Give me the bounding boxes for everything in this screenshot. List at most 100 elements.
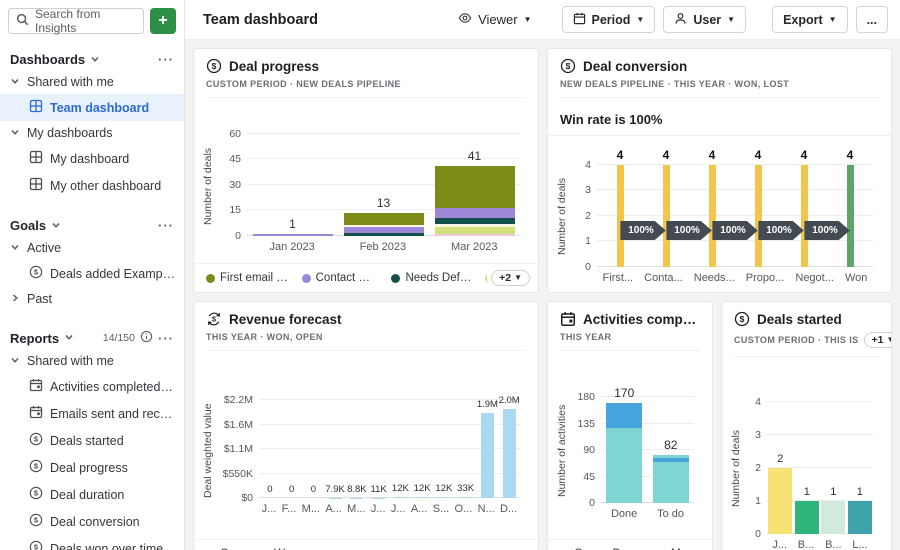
bar-b[interactable]: 1: [795, 402, 819, 534]
deal-icon: $: [29, 265, 43, 282]
bar-b[interactable]: 1: [821, 402, 845, 534]
add-button[interactable]: +: [150, 8, 176, 34]
bar-d[interactable]: 2.0M: [503, 400, 516, 498]
sidebar-item-deals-added-example-t[interactable]: $Deals added Example t...: [0, 260, 184, 287]
bar-needs[interactable]: 4: [709, 165, 716, 267]
bar-segment: [416, 497, 429, 498]
bar-segment: [606, 428, 642, 503]
y-tick-label: $1.6M: [224, 419, 253, 431]
sidebar-item-deal-progress[interactable]: $Deal progress: [0, 454, 184, 481]
x-tick-label: F...: [282, 503, 297, 515]
deal-icon: $: [29, 432, 43, 449]
deal-icon: $: [734, 311, 750, 327]
bar-first[interactable]: 4: [617, 165, 624, 267]
bar-a[interactable]: 7.9K: [329, 400, 342, 498]
sidebar-item-deal-duration[interactable]: $Deal duration: [0, 481, 184, 508]
sidebar-group-shared-with-me[interactable]: Shared with me: [0, 349, 184, 373]
bar-j[interactable]: 12K: [394, 400, 407, 498]
bar-segment: [435, 227, 515, 234]
chart-activities: Number of activities0459013518017082Done…: [548, 358, 712, 539]
bar-segment: [503, 409, 516, 498]
sidebar-group-active[interactable]: Active: [0, 236, 184, 260]
bar-o[interactable]: 33K: [459, 400, 472, 498]
export-button[interactable]: Export ▼: [772, 6, 848, 33]
bar-j[interactable]: 11K: [372, 400, 385, 498]
bar-done[interactable]: 170: [606, 397, 642, 503]
y-tick-label: 0: [755, 528, 761, 540]
sidebar-item-my-other-dashboard[interactable]: My other dashboard: [0, 172, 184, 199]
sidebar-item-deals-won-over-time[interactable]: $Deals won over time: [0, 535, 184, 550]
sidebar-item-team-dashboard[interactable]: Team dashboard: [0, 94, 184, 121]
viewer-dropdown[interactable]: Viewer ▼: [458, 11, 531, 28]
bar-s[interactable]: 12K: [437, 400, 450, 498]
bar-segment: [253, 234, 333, 236]
chart-deal-conversion: Number of deals01234444444100%100%100%10…: [548, 136, 891, 292]
sidebar-group-shared-with-me[interactable]: Shared with me: [0, 70, 184, 94]
bar-value-label: 0: [289, 484, 294, 495]
user-button[interactable]: User ▼: [663, 6, 746, 33]
chevron-down-icon: [10, 354, 20, 368]
bar-segment: [344, 213, 424, 225]
search-input[interactable]: Search from Insights: [8, 8, 144, 34]
bar-conta[interactable]: 4: [663, 165, 670, 267]
card-deal-progress: $ Deal progress CUSTOM PERIOD · NEW DEAL…: [193, 48, 539, 293]
period-label: Period: [592, 13, 631, 27]
bar-a[interactable]: 12K: [416, 400, 429, 498]
section-menu-button[interactable]: ···: [158, 331, 174, 346]
page-title: Team dashboard: [203, 12, 318, 28]
bar-segment: [435, 166, 515, 209]
card-subtitle: CUSTOM PERIOD · THIS IS +1▼: [734, 332, 879, 357]
bar-propo[interactable]: 4: [755, 165, 762, 267]
bar-n[interactable]: 1.9M: [481, 400, 494, 498]
bar-value-label: 4: [755, 148, 762, 162]
bar-m[interactable]: 0: [307, 400, 320, 498]
svg-text:$: $: [34, 489, 39, 498]
section-header-reports[interactable]: Reports 14/150 ···: [0, 327, 184, 349]
sidebar-item-my-dashboard[interactable]: My dashboard: [0, 145, 184, 172]
bar-jan-2023[interactable]: 1: [253, 134, 333, 236]
calendar-icon: [29, 378, 43, 395]
x-tick-label: A...: [325, 503, 342, 515]
y-tick-label: 60: [229, 128, 241, 140]
filters-more-badge[interactable]: +1▼: [864, 332, 892, 348]
bar-j[interactable]: 0: [263, 400, 276, 498]
bar-mar-2023[interactable]: 41: [435, 134, 515, 236]
section-header-dashboards[interactable]: Dashboards ···: [0, 49, 184, 70]
bar-feb-2023[interactable]: 13: [344, 134, 424, 236]
legend-more-badge[interactable]: +2▼: [491, 270, 530, 286]
x-tick-label: O...: [455, 503, 473, 515]
period-button[interactable]: Period ▼: [562, 6, 656, 33]
legend-item-first-email-sent[interactable]: First email sent: [206, 272, 290, 284]
sidebar-item-deal-conversion[interactable]: $Deal conversion: [0, 508, 184, 535]
x-tick-label: Negot...: [795, 272, 834, 284]
x-tick-label: S...: [433, 503, 450, 515]
sidebar-section-dashboards: Dashboards ···Shared with meTeam dashboa…: [0, 49, 184, 199]
section-menu-button[interactable]: ···: [158, 218, 174, 233]
card-revenue-forecast: $ Revenue forecast THIS YEAR · WON, OPEN…: [193, 301, 539, 550]
svg-text:$: $: [34, 543, 39, 550]
bar-value-label: 1: [857, 486, 863, 498]
bar-l[interactable]: 1: [848, 402, 872, 534]
info-icon[interactable]: [140, 330, 153, 346]
bar-j[interactable]: 2: [768, 402, 792, 534]
card-activities-completed: Activities complete... THIS YEAR Number …: [547, 301, 713, 550]
sidebar-item-activities-completed-an[interactable]: Activities completed an...: [0, 373, 184, 400]
bar-to-do[interactable]: 82: [653, 397, 689, 503]
bar-won[interactable]: 4: [847, 165, 854, 267]
sidebar-group-past[interactable]: Past: [0, 287, 184, 311]
bar-m[interactable]: 8.8K: [350, 400, 363, 498]
bar-negot[interactable]: 4: [801, 165, 808, 267]
more-button[interactable]: ...: [856, 6, 888, 33]
sidebar-group-my-dashboards[interactable]: My dashboards: [0, 121, 184, 145]
bar-f[interactable]: 0: [285, 400, 298, 498]
legend-item-needs-defined[interactable]: Needs Defined: [391, 272, 473, 284]
section-menu-button[interactable]: ···: [158, 52, 174, 67]
bar-value-label: 2.0M: [499, 395, 520, 406]
legend-item-contact-made[interactable]: Contact Made: [302, 272, 380, 284]
y-tick-label: $550K: [223, 468, 253, 480]
section-title: Dashboards: [10, 52, 85, 67]
sidebar-item-emails-sent-and-received[interactable]: Emails sent and received: [0, 400, 184, 427]
sidebar-item-deals-started[interactable]: $Deals started: [0, 427, 184, 454]
section-header-goals[interactable]: Goals ···: [0, 215, 184, 236]
bar-value-label: 1: [289, 217, 296, 231]
